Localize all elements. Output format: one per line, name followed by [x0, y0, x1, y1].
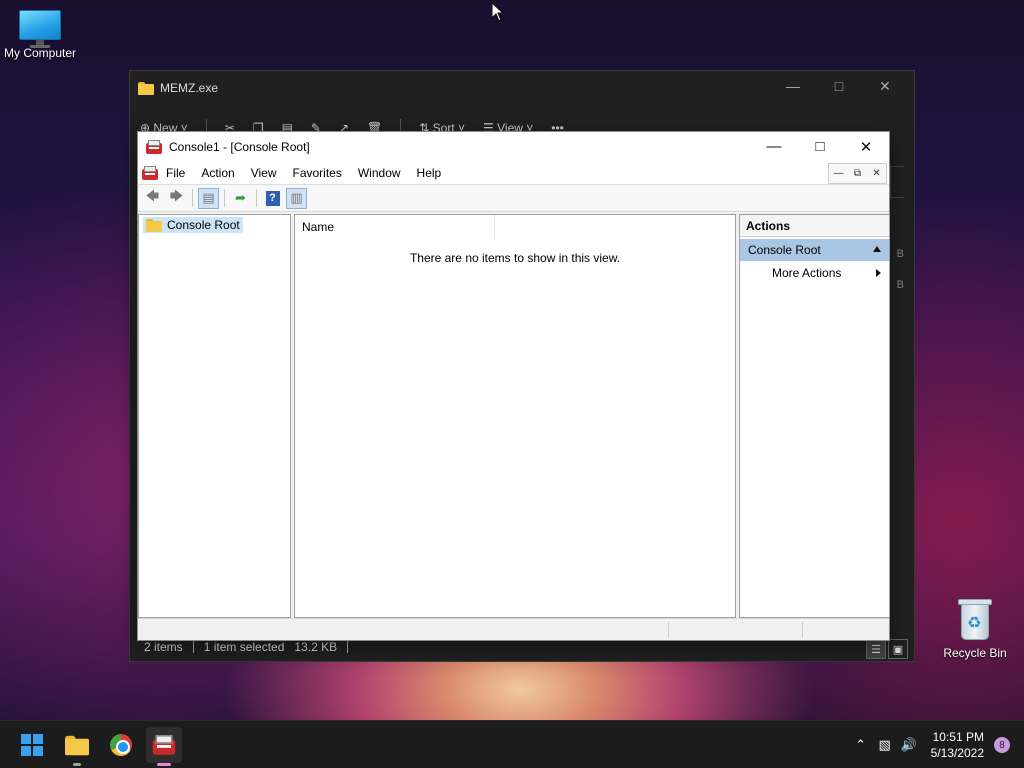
explorer-window-controls: — □ ✕ — [770, 75, 908, 97]
explorer-view-toggle: ☰ ▣ — [866, 639, 908, 659]
selection-count: 1 item selected — [203, 640, 285, 654]
action-label: More Actions — [772, 266, 842, 280]
status-segment — [802, 622, 803, 638]
menu-window[interactable]: Window — [350, 166, 409, 180]
desktop-icon-label: My Computer — [3, 46, 77, 60]
submenu-arrow-icon — [876, 269, 881, 277]
mmc-toolbar: 🡄 🡆 ▤ ➦ ? ▥ — [138, 185, 889, 212]
folder-icon — [146, 218, 162, 232]
results-pane[interactable]: Name There are no items to show in this … — [294, 214, 736, 618]
tree-node-label: Console Root — [167, 218, 240, 232]
divider — [256, 189, 257, 207]
clock-date: 5/13/2022 — [930, 746, 984, 760]
menu-file[interactable]: File — [158, 166, 193, 180]
chrome-icon — [110, 734, 132, 756]
close-button[interactable]: ✕ — [843, 132, 889, 161]
child-restore-button[interactable]: ⧉ — [848, 164, 867, 183]
minimize-button[interactable]: — — [770, 75, 816, 97]
desktop-icon-my-computer[interactable]: My Computer — [0, 10, 80, 60]
actions-header: Actions — [740, 215, 889, 237]
mmc-app-icon — [152, 735, 176, 755]
explorer-size-fragment: B — [896, 248, 904, 260]
maximize-button[interactable]: □ — [816, 75, 862, 97]
menu-action[interactable]: Action — [193, 166, 242, 180]
status-segment — [668, 622, 669, 638]
forward-arrow-icon[interactable]: 🡆 — [166, 188, 187, 209]
child-close-button[interactable]: ✕ — [867, 164, 886, 183]
console-menu-icon[interactable] — [142, 165, 158, 180]
column-header-name[interactable]: Name — [295, 215, 495, 239]
console-tree-pane[interactable]: Console Root — [138, 214, 291, 618]
explorer-size-fragment: B — [896, 279, 904, 291]
show-hide-console-tree-icon[interactable]: ▤ — [198, 187, 219, 209]
collapse-up-icon — [873, 246, 881, 252]
mdi-child-controls: — ⧉ ✕ — [828, 163, 887, 184]
desktop-icon-label: Recycle Bin — [943, 646, 1007, 660]
divider — [192, 641, 194, 653]
taskbar-file-explorer[interactable] — [59, 727, 95, 766]
mmc-console-window[interactable]: Console1 - [Console Root] — □ ✕ File Act… — [137, 131, 890, 641]
mmc-status-bar — [138, 618, 889, 640]
menu-favorites[interactable]: Favorites — [285, 166, 350, 180]
running-indicator — [73, 763, 81, 766]
actions-pane: Actions Console Root More Actions — [739, 214, 890, 618]
tree-node-console-root[interactable]: Console Root — [143, 217, 243, 233]
divider — [224, 189, 225, 207]
details-view-icon[interactable]: ☰ — [866, 639, 886, 659]
action-more-actions[interactable]: More Actions — [740, 261, 889, 285]
selection-size: 13.2 KB — [294, 640, 338, 654]
folder-icon — [65, 735, 89, 755]
chevron-up-icon[interactable]: ⌃ — [849, 737, 873, 753]
menu-help[interactable]: Help — [409, 166, 450, 180]
explorer-title-text: MEMZ.exe — [160, 81, 219, 95]
back-arrow-icon[interactable]: 🡄 — [142, 188, 163, 209]
window-controls: — □ ✕ — [751, 132, 889, 161]
actions-section-label: Console Root — [748, 243, 821, 257]
minimize-button[interactable]: — — [751, 132, 797, 161]
mmc-title-bar[interactable]: Console1 - [Console Root] — □ ✕ — [138, 132, 889, 161]
mmc-app-icon — [146, 139, 162, 154]
system-tray: ⌃ ▧ 🔊 10:51 PM 5/13/2022 8 — [849, 721, 1010, 768]
volume-icon[interactable]: 🔊 — [897, 737, 921, 753]
tiles-view-icon[interactable]: ▣ — [888, 639, 908, 659]
close-button[interactable]: ✕ — [862, 75, 908, 97]
window-title: Console1 - [Console Root] — [169, 139, 310, 154]
active-indicator — [157, 763, 171, 766]
network-icon[interactable]: ▧ — [873, 737, 897, 753]
item-count: 2 items — [144, 640, 183, 654]
menu-view[interactable]: View — [243, 166, 285, 180]
maximize-button[interactable]: □ — [797, 132, 843, 161]
show-hide-action-pane-icon[interactable]: ▥ — [286, 187, 307, 209]
help-icon[interactable]: ? — [262, 188, 283, 209]
notification-badge[interactable]: 8 — [994, 737, 1010, 753]
monitor-icon — [19, 10, 61, 48]
windows-logo-icon — [21, 734, 43, 756]
taskbar-chrome[interactable] — [103, 727, 139, 763]
export-list-icon[interactable]: ➦ — [230, 188, 251, 209]
taskbar-mmc[interactable] — [146, 727, 182, 766]
actions-section-console-root[interactable]: Console Root — [740, 239, 889, 261]
menu-bar: File Action View Favorites Window Help —… — [138, 161, 889, 185]
empty-view-message: There are no items to show in this view. — [409, 251, 621, 265]
explorer-title: MEMZ.exe — [138, 78, 218, 98]
start-button[interactable] — [14, 727, 50, 763]
child-minimize-button[interactable]: — — [829, 164, 848, 183]
clock[interactable]: 10:51 PM 5/13/2022 — [931, 729, 984, 761]
explorer-search-box-edge[interactable] — [890, 166, 904, 198]
folder-icon — [138, 81, 154, 95]
recycle-bin-icon: ♻ — [957, 598, 993, 642]
desktop-icon-recycle-bin[interactable]: ♻ Recycle Bin — [935, 598, 1015, 660]
divider — [192, 189, 193, 207]
taskbar: ⌃ ▧ 🔊 10:51 PM 5/13/2022 8 — [0, 720, 1024, 768]
divider — [347, 641, 349, 653]
clock-time: 10:51 PM — [932, 730, 984, 744]
